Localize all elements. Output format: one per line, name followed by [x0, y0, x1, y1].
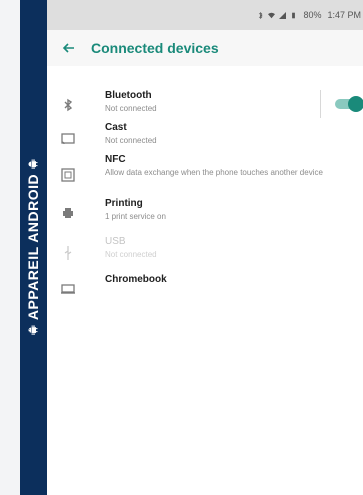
cast-icon	[57, 128, 79, 150]
item-label: Bluetooth	[105, 90, 152, 101]
list-item-cast[interactable]: Cast Not connected	[47, 118, 363, 154]
battery-percent: 80%	[303, 10, 322, 20]
item-label: NFC	[105, 154, 126, 165]
android-logo-icon	[28, 325, 38, 335]
bluetooth-status-icon	[259, 11, 263, 19]
list-item-nfc[interactable]: NFC Allow data exchange when the phone t…	[47, 150, 363, 194]
item-subtitle: Allow data exchange when the phone touch…	[105, 168, 323, 177]
item-subtitle: Not connected	[105, 136, 157, 145]
printer-icon	[57, 202, 79, 224]
item-label: Cast	[105, 122, 127, 133]
nfc-icon	[57, 164, 79, 186]
list-item-chromebook[interactable]: Chromebook	[47, 270, 363, 306]
item-label: Chromebook	[105, 274, 167, 285]
item-subtitle: Not connected	[105, 250, 157, 259]
back-button[interactable]	[47, 30, 91, 66]
toggle-knob	[348, 96, 363, 112]
phone-screen: 80% 1:47 PM Connected devices Bluetooth …	[47, 0, 363, 495]
app-bar: Connected devices	[47, 30, 363, 66]
laptop-icon	[57, 278, 79, 300]
bluetooth-toggle-container	[320, 86, 363, 122]
list-item-usb: USB Not connected	[47, 232, 363, 268]
page-title: Connected devices	[91, 40, 219, 56]
item-subtitle: 1 print service on	[105, 212, 166, 221]
item-label: USB	[105, 236, 126, 247]
list-item-printing[interactable]: Printing 1 print service on	[47, 194, 363, 230]
status-bar: 80% 1:47 PM	[47, 0, 363, 30]
usb-icon	[57, 242, 79, 264]
bluetooth-icon	[57, 94, 79, 116]
brand-vertical-label: APPAREIL ANDROID	[25, 158, 41, 336]
signal-icon	[279, 11, 287, 19]
list-item-bluetooth[interactable]: Bluetooth Not connected	[47, 86, 363, 122]
left-page-gutter	[0, 0, 21, 495]
wifi-icon	[268, 12, 276, 18]
clock: 1:47 PM	[327, 10, 361, 20]
status-icons	[257, 11, 297, 19]
bluetooth-toggle[interactable]	[335, 96, 363, 112]
item-label: Printing	[105, 198, 143, 209]
battery-icon	[292, 12, 296, 18]
arrow-back-icon	[62, 43, 74, 53]
brand-text: APPAREIL ANDROID	[25, 173, 41, 321]
item-subtitle: Not connected	[105, 104, 157, 113]
android-logo-icon	[28, 159, 38, 169]
divider	[320, 90, 321, 118]
